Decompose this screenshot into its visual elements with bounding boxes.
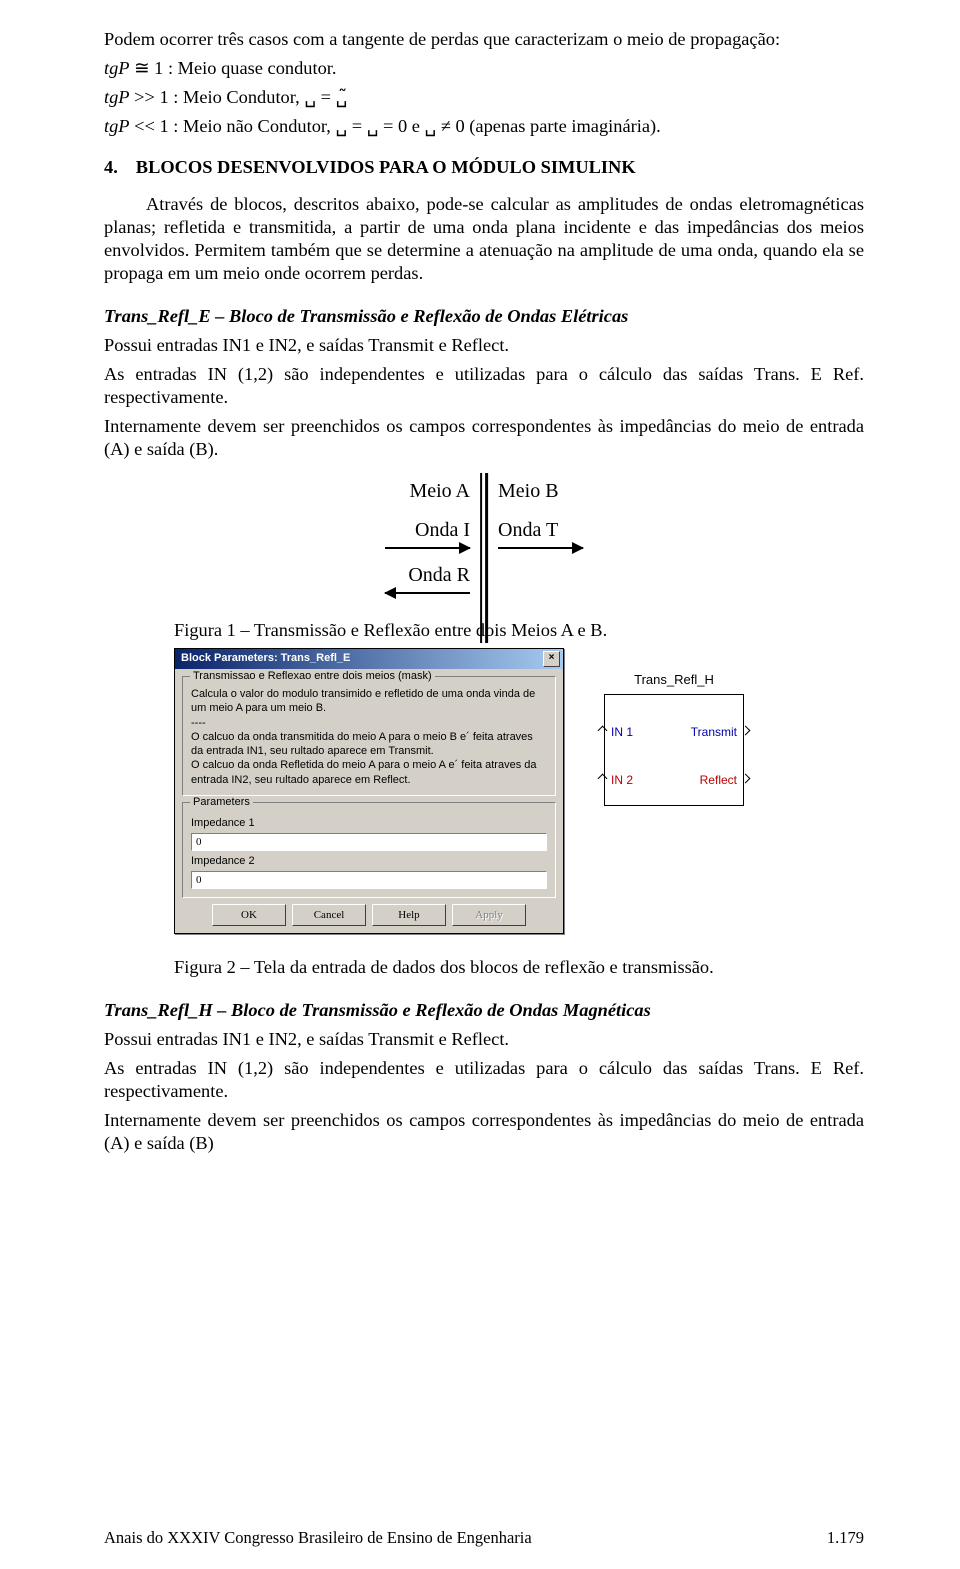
parameters-legend: Parameters [190,796,253,810]
cancel-button[interactable]: Cancel [292,904,366,926]
port-out1-label: Transmit [691,725,737,740]
block-parameters-dialog: Block Parameters: Trans_Refl_E × Transmi… [174,648,564,934]
figure-1-diagram: Meio A Onda I Onda R Meio B Onda T [104,473,864,609]
arrow-left-icon [385,592,470,594]
apply-button[interactable]: Apply [452,904,526,926]
figure-2-caption: Figura 2 – Tela da entrada de dados dos … [174,956,864,979]
intro-case-2: tgP >> 1 : Meio Condutor, ␣ = ␣̃ [104,86,864,109]
tgp-symbol: tgP [104,87,130,107]
intro-case-1-text: ≅ 1 : Meio quase condutor. [130,58,337,78]
port-in1-icon [598,726,608,736]
section-title: BLOCOS DESENVOLVIDOS PARA O MÓDULO SIMUL… [136,156,636,179]
section-number: 4. [104,156,118,179]
trans-refl-h-title: Trans_Refl_H – Bloco de Transmissão e Re… [104,1000,651,1020]
port-out2-icon [741,774,751,784]
tgp-symbol: tgP [104,58,130,78]
mask-description-group: Transmissao e Reflexao entre dois meios … [182,676,556,796]
impedance-2-input[interactable] [191,871,547,889]
port-out1-icon [741,726,751,736]
dialog-titlebar: Block Parameters: Trans_Refl_E × [175,649,563,669]
port-in2-label: IN 2 [611,773,633,788]
intro-case-3: tgP << 1 : Meio não Condutor, ␣ = ␣ = 0 … [104,115,864,138]
port-in2-icon [598,774,608,784]
trans-refl-e-p2: As entradas IN (1,2) são independentes e… [104,363,864,409]
simulink-block-icon: IN 1 IN 2 Transmit Reflect [604,694,744,806]
port-out2-label: Reflect [700,773,737,788]
fig1-onda-i-label: Onda I [415,518,470,543]
simulink-block-title: Trans_Refl_H [634,672,714,688]
fig1-meio-a-label: Meio A [409,479,470,504]
page-footer: Anais do XXXIV Congresso Brasileiro de E… [104,1528,864,1549]
ok-button[interactable]: OK [212,904,286,926]
mask-legend: Transmissao e Reflexao entre dois meios … [190,670,435,684]
trans-refl-h-p2: As entradas IN (1,2) são independentes e… [104,1057,864,1103]
trans-refl-h-p3: Internamente devem ser preenchidos os ca… [104,1109,864,1155]
footer-right: 1.179 [827,1528,864,1549]
tgp-symbol: tgP [104,116,130,136]
section-4-heading: 4. BLOCOS DESENVOLVIDOS PARA O MÓDULO SI… [104,156,864,179]
close-button[interactable]: × [543,651,560,667]
figure-2-composite: Block Parameters: Trans_Refl_E × Transmi… [174,648,864,934]
help-button[interactable]: Help [372,904,446,926]
dialog-title: Block Parameters: Trans_Refl_E [181,652,350,666]
section-4-body: Através de blocos, descritos abaixo, pod… [104,193,864,285]
trans-refl-h-heading: Trans_Refl_H – Bloco de Transmissão e Re… [104,999,864,1022]
simulink-block-preview: Trans_Refl_H IN 1 IN 2 Transmit Reflect [604,672,744,806]
impedance-1-label: Impedance 1 [191,817,547,831]
trans-refl-e-heading: Trans_Refl_E – Bloco de Transmissão e Re… [104,305,864,328]
impedance-2-label: Impedance 2 [191,855,547,869]
port-in1-label: IN 1 [611,725,633,740]
mask-description: Calcula o valor do modulo transimido e r… [191,687,547,787]
arrow-right-icon [385,547,470,549]
footer-left: Anais do XXXIV Congresso Brasileiro de E… [104,1528,532,1549]
intro-case-1: tgP ≅ 1 : Meio quase condutor. [104,57,864,80]
arrow-right-icon [498,547,583,549]
fig1-onda-r-label: Onda R [408,563,470,588]
trans-refl-h-p1: Possui entradas IN1 e IN2, e saídas Tran… [104,1028,864,1051]
intro-case-3-text: << 1 : Meio não Condutor, ␣ = ␣ = 0 e ␣ … [130,116,661,136]
fig1-onda-t-label: Onda T [498,518,558,543]
parameters-group: Parameters Impedance 1 Impedance 2 [182,802,556,898]
trans-refl-e-p1: Possui entradas IN1 e IN2, e saídas Tran… [104,334,864,357]
trans-refl-e-title: Trans_Refl_E – Bloco de Transmissão e Re… [104,306,628,326]
fig1-meio-b-label: Meio B [498,479,559,504]
figure-1-caption: Figura 1 – Transmissão e Reflexão entre … [174,619,864,642]
impedance-1-input[interactable] [191,833,547,851]
intro-case-2-text: >> 1 : Meio Condutor, ␣ = ␣̃ [130,87,348,107]
intro-paragraph: Podem ocorrer três casos com a tangente … [104,28,864,51]
trans-refl-e-p3: Internamente devem ser preenchidos os ca… [104,415,864,461]
